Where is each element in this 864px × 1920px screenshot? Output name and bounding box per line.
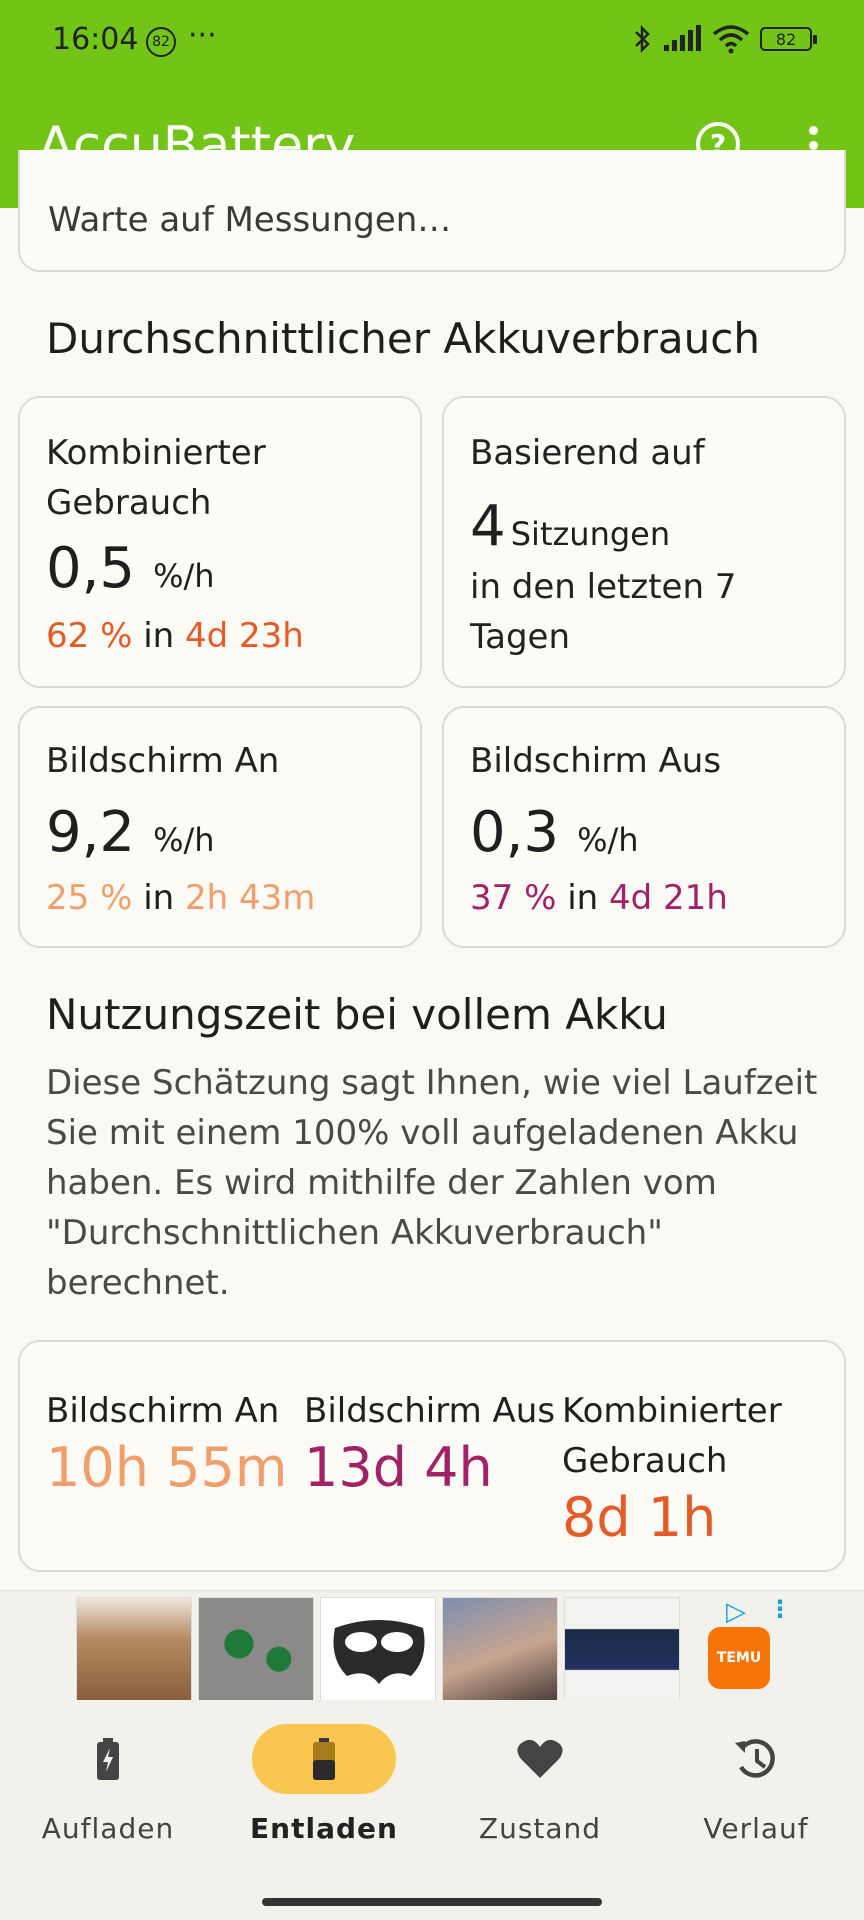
- combined-unit: %/h: [153, 557, 215, 595]
- combined-label: Kombinierter Gebrauch: [46, 433, 266, 523]
- waiting-text: Warte auf Messungen…: [48, 200, 452, 240]
- sessions-label: Sitzungen: [510, 515, 671, 553]
- screen-on-rate: 9,2 %/h: [46, 800, 215, 865]
- screen-on-value: 9,2: [46, 800, 136, 865]
- battery-status-icon: 82: [760, 27, 817, 51]
- sessions-period: in den letzten 7 Tagen: [470, 567, 737, 657]
- combined-value: 0,5: [46, 536, 136, 601]
- combined-percent: 62 %: [46, 616, 133, 656]
- sessions-count: 4: [470, 494, 506, 559]
- combined-usage-card: Kombinierter Gebrauch 0,5 %/h 62 % in 4d …: [18, 396, 422, 688]
- signal-icon: [664, 25, 701, 51]
- screen-off-percent: 37 %: [470, 878, 557, 918]
- screen-on-percent: 25 %: [46, 878, 133, 918]
- screen-off-card: Bildschirm Aus 0,3 %/h 37 % in 4d 21h: [442, 706, 846, 948]
- sessions-line: 4 Sitzungen: [470, 494, 670, 559]
- screen-on-detail: 25 % in 2h 43m: [46, 878, 315, 918]
- screen-off-in: in: [567, 878, 599, 918]
- screen-off-duration: 4d 21h: [609, 878, 728, 918]
- waiting-card: Warte auf Messungen…: [18, 150, 846, 272]
- ad-product-image[interactable]: [564, 1597, 680, 1701]
- screen-off-rate: 0,3 %/h: [470, 800, 639, 865]
- screen-on-card: Bildschirm An 9,2 %/h 25 % in 2h 43m: [18, 706, 422, 948]
- full-combined: Kombinierter Gebrauch 8d 1h: [562, 1386, 812, 1550]
- combined-rate: 0,5 %/h: [46, 536, 215, 601]
- full-screen-on: Bildschirm An 10h 55m: [46, 1386, 302, 1500]
- history-icon: [684, 1724, 828, 1794]
- full-screen-on-label: Bildschirm An: [46, 1391, 280, 1431]
- screen-on-duration: 2h 43m: [185, 878, 316, 918]
- full-charge-description: Diese Schätzung sagt Ihnen, wie viel Lau…: [46, 1063, 818, 1303]
- nav-verlauf[interactable]: Verlauf: [648, 1724, 864, 1845]
- status-icons: 82: [632, 24, 817, 54]
- screen-on-label: Bildschirm An: [46, 741, 280, 781]
- full-screen-off-value: 13d 4h: [304, 1436, 493, 1499]
- status-bar: 16:04 82 ··· 82: [0, 0, 864, 82]
- ad-menu-icon[interactable]: ⋮: [768, 1595, 792, 1623]
- ad-banner[interactable]: ▷ ⋮ TEMU: [0, 1590, 864, 1701]
- wifi-icon: [712, 25, 750, 54]
- home-indicator[interactable]: [262, 1898, 602, 1906]
- status-overflow: ···: [188, 18, 217, 53]
- nav-zustand[interactable]: Zustand: [432, 1724, 648, 1845]
- bluetooth-icon: [635, 24, 650, 54]
- screen-off-label: Bildschirm Aus: [470, 741, 722, 781]
- adchoices-icon[interactable]: ▷: [726, 1597, 746, 1627]
- temu-logo[interactable]: TEMU: [708, 1627, 770, 1689]
- full-charge-heading: Nutzungszeit bei vollem Akku: [46, 990, 668, 1039]
- ad-product-image[interactable]: [320, 1597, 436, 1701]
- screen-on-unit: %/h: [153, 821, 215, 859]
- nav-aufladen[interactable]: Aufladen: [0, 1724, 216, 1845]
- screen-off-unit: %/h: [577, 821, 639, 859]
- nav-zustand-label: Zustand: [478, 1812, 602, 1845]
- average-usage-heading: Durchschnittlicher Akkuverbrauch: [46, 314, 760, 363]
- ad-product-image[interactable]: [76, 1597, 192, 1701]
- bottom-navigation: Aufladen Entladen Zustand Verlauf: [0, 1700, 864, 1920]
- combined-detail: 62 % in 4d 23h: [46, 616, 304, 656]
- nav-entladen[interactable]: Entladen: [216, 1724, 432, 1845]
- based-on-card: Basierend auf 4 Sitzungen in den letzten…: [442, 396, 846, 688]
- nav-aufladen-label: Aufladen: [41, 1812, 175, 1845]
- full-combined-value: 8d 1h: [562, 1486, 717, 1549]
- battery-discharging-icon: [252, 1724, 396, 1794]
- ad-product-image[interactable]: [198, 1597, 314, 1701]
- full-combined-label: Kombinierter Gebrauch: [562, 1391, 782, 1481]
- heart-icon: [468, 1724, 612, 1794]
- screen-off-detail: 37 % in 4d 21h: [470, 878, 728, 918]
- based-on-label: Basierend auf: [470, 433, 705, 473]
- screen-on-in: in: [143, 878, 175, 918]
- full-screen-on-value: 10h 55m: [46, 1436, 288, 1499]
- ad-product-image[interactable]: [442, 1597, 558, 1701]
- nav-entladen-label: Entladen: [250, 1812, 398, 1845]
- nav-verlauf-label: Verlauf: [703, 1812, 809, 1845]
- status-time: 16:04: [52, 22, 139, 57]
- notification-badge-icon: 82: [146, 27, 176, 57]
- full-screen-off: Bildschirm Aus 13d 4h: [304, 1386, 566, 1500]
- battery-charging-icon: [36, 1724, 180, 1794]
- full-charge-card: Bildschirm An 10h 55m Bildschirm Aus 13d…: [18, 1340, 846, 1572]
- combined-in: in: [143, 616, 175, 656]
- screen-off-value: 0,3: [470, 800, 560, 865]
- full-screen-off-label: Bildschirm Aus: [304, 1391, 556, 1431]
- combined-duration: 4d 23h: [185, 616, 304, 656]
